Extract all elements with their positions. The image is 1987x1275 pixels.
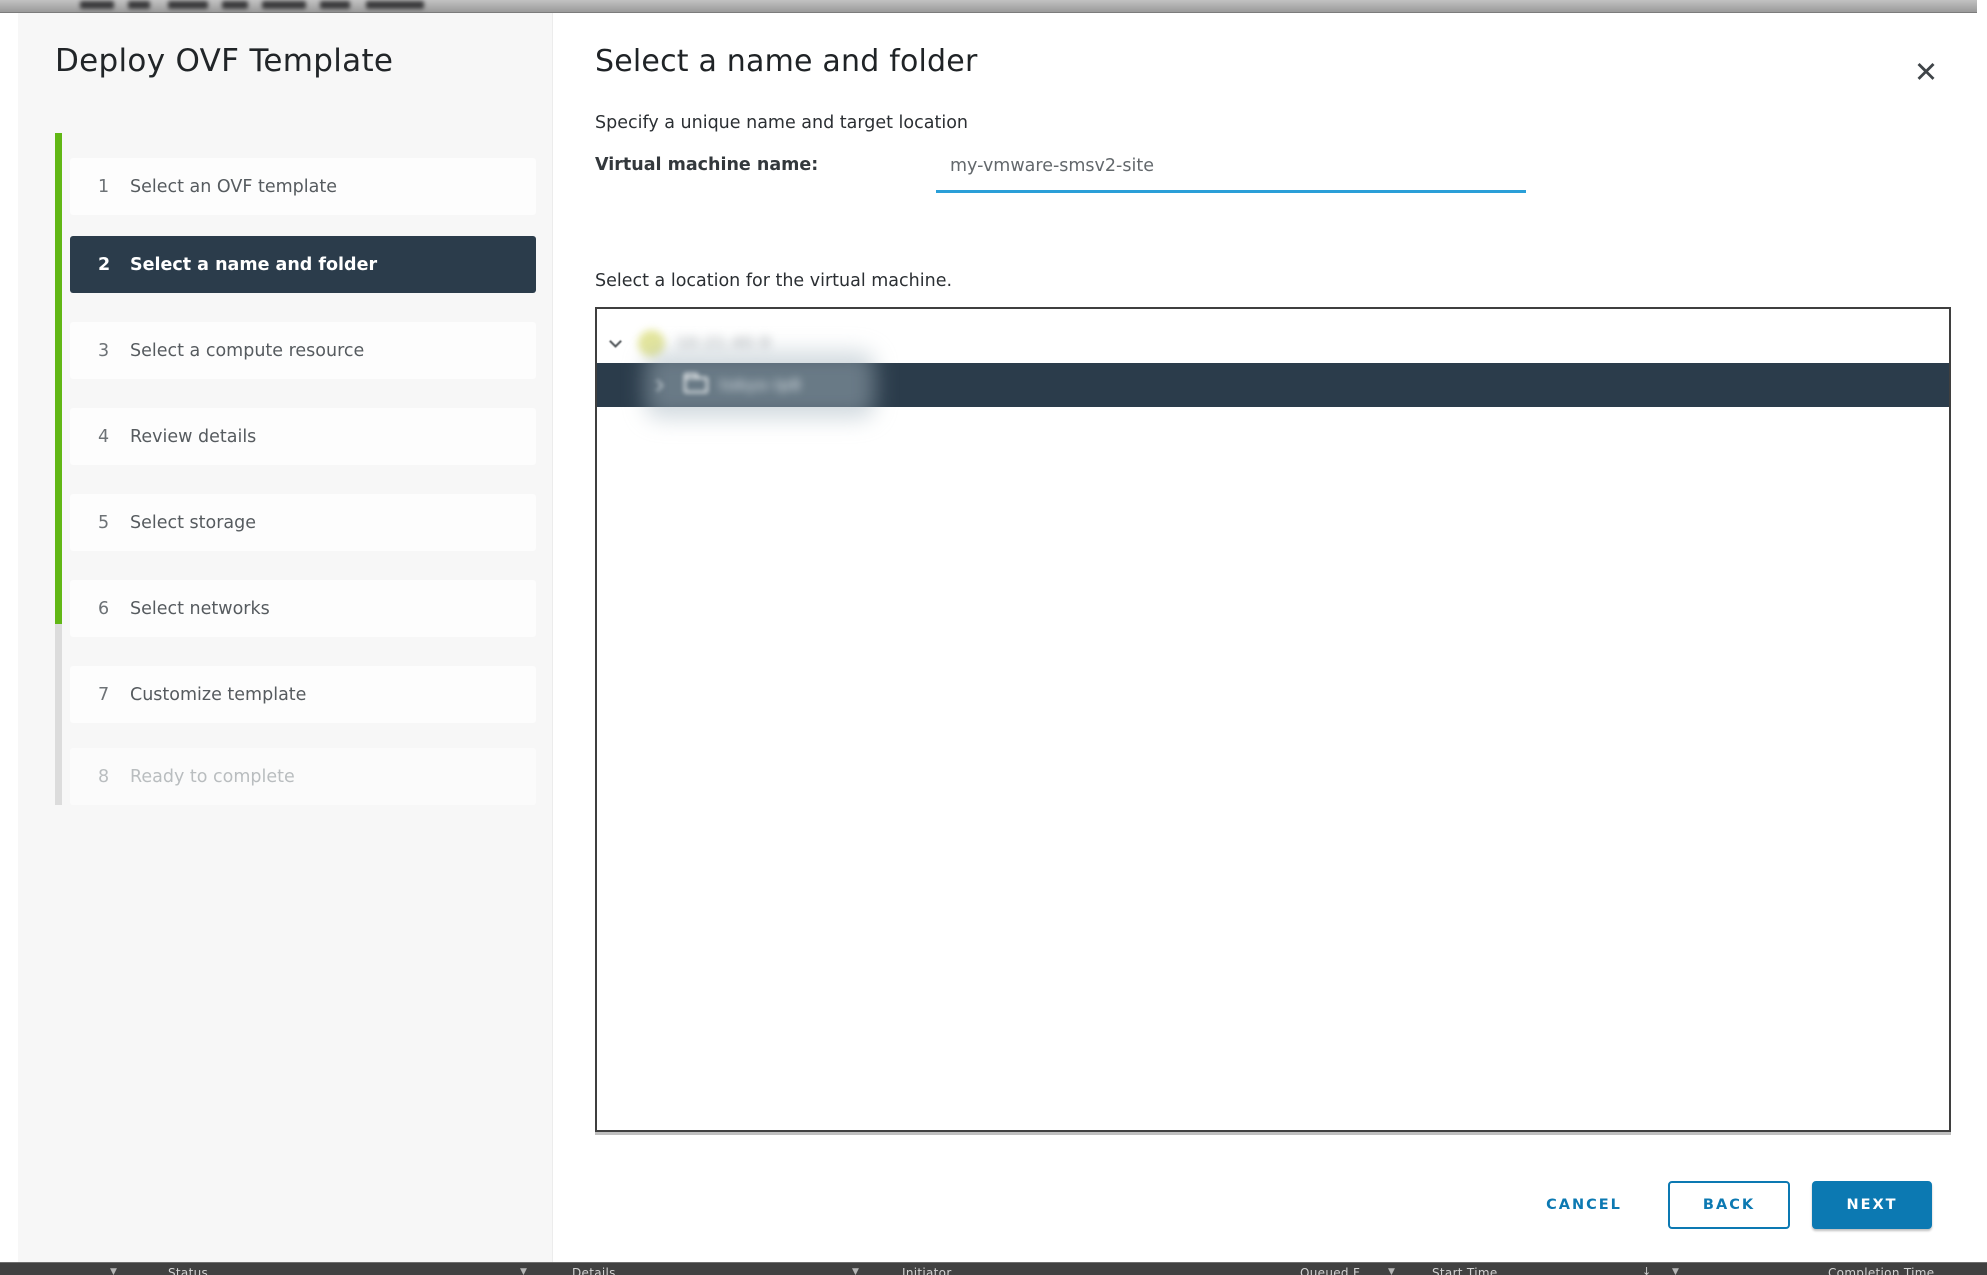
back-button[interactable]: BACK bbox=[1668, 1181, 1790, 1229]
step-1-select-an-ovf-template[interactable]: 1 Select an OVF template bbox=[70, 158, 536, 215]
step-label: Select an OVF template bbox=[130, 177, 337, 197]
step-number: 7 bbox=[98, 685, 124, 705]
tree-root-label-blurred: 10.21.40.9 bbox=[677, 334, 771, 352]
step-number: 1 bbox=[98, 177, 124, 197]
wizard-steps-sidebar: Deploy OVF Template 1 Select an OVF temp… bbox=[18, 13, 553, 1262]
step-2-select-a-name-and-folder[interactable]: 2 Select a name and folder bbox=[70, 236, 536, 293]
step-label: Ready to complete bbox=[130, 767, 295, 787]
step-7-customize-template[interactable]: 7 Customize template bbox=[70, 666, 536, 723]
step-4-review-details[interactable]: 4 Review details bbox=[70, 408, 536, 465]
next-button[interactable]: NEXT bbox=[1812, 1181, 1932, 1229]
blurred-background-text bbox=[320, 1, 350, 9]
blurred-background-text bbox=[366, 1, 424, 9]
step-label: Select networks bbox=[130, 599, 270, 619]
task-column-details: Details bbox=[572, 1266, 616, 1275]
wizard-title: Deploy OVF Template bbox=[55, 43, 393, 79]
filter-caret-icon: ▼ bbox=[852, 1267, 859, 1275]
close-icon[interactable]: ✕ bbox=[1908, 55, 1944, 91]
tree-row-folder-selected[interactable]: tokyo-lp8 bbox=[597, 363, 1949, 407]
folder-tree: 10.21.40.9 tokyo-lp8 bbox=[595, 307, 1951, 1132]
step-number: 2 bbox=[98, 255, 124, 275]
blurred-background-text bbox=[222, 1, 248, 9]
location-instruction: Select a location for the virtual machin… bbox=[595, 271, 952, 291]
step-label: Review details bbox=[130, 427, 256, 447]
vm-name-label: Virtual machine name: bbox=[595, 155, 818, 175]
cancel-button[interactable]: CANCEL bbox=[1524, 1181, 1644, 1229]
step-label: Select storage bbox=[130, 513, 256, 533]
task-column-queued: Queued F bbox=[1300, 1266, 1360, 1275]
step-label: Customize template bbox=[130, 685, 306, 705]
step-number: 6 bbox=[98, 599, 124, 619]
blurred-background-text bbox=[262, 1, 306, 9]
step-number: 5 bbox=[98, 513, 124, 533]
progress-rail-completed bbox=[55, 133, 62, 624]
task-column-completion-time: Completion Time bbox=[1828, 1266, 1934, 1275]
filter-caret-icon: ▼ bbox=[1388, 1267, 1395, 1275]
step-3-select-a-compute-resource[interactable]: 3 Select a compute resource bbox=[70, 322, 536, 379]
filter-caret-icon: ▼ bbox=[110, 1267, 117, 1275]
filter-caret-icon: ▼ bbox=[1672, 1267, 1679, 1275]
task-column-initiator: Initiator bbox=[902, 1266, 952, 1275]
filter-caret-icon: ▼ bbox=[520, 1267, 527, 1275]
chevron-down-icon[interactable] bbox=[609, 335, 622, 348]
sort-arrow-icon: ↓ bbox=[1642, 1265, 1651, 1275]
progress-rail-remaining bbox=[55, 624, 62, 805]
blurred-background-text bbox=[168, 1, 208, 9]
vm-name-input[interactable] bbox=[936, 147, 1526, 193]
step-number: 8 bbox=[98, 767, 124, 787]
step-number: 3 bbox=[98, 341, 124, 361]
task-column-start-time: Start Time bbox=[1432, 1266, 1498, 1275]
tree-folder-label-blurred: tokyo-lp8 bbox=[720, 376, 802, 394]
blurred-background-text bbox=[80, 1, 114, 9]
blurred-background-text bbox=[128, 1, 150, 9]
deploy-ovf-template-dialog: Deploy OVF Template 1 Select an OVF temp… bbox=[0, 13, 1987, 1262]
step-6-select-networks[interactable]: 6 Select networks bbox=[70, 580, 536, 637]
step-label: Select a name and folder bbox=[130, 255, 377, 275]
background-top-strip bbox=[0, 0, 1977, 13]
page-title: Select a name and folder bbox=[595, 44, 977, 79]
step-5-select-storage[interactable]: 5 Select storage bbox=[70, 494, 536, 551]
background-recent-tasks-bar: ▼ Status ▼ Details ▼ Initiator Queued F … bbox=[0, 1262, 1987, 1275]
step-label: Select a compute resource bbox=[130, 341, 364, 361]
step-number: 4 bbox=[98, 427, 124, 447]
step-8-ready-to-complete: 8 Ready to complete bbox=[70, 748, 536, 805]
page-subtitle: Specify a unique name and target locatio… bbox=[595, 113, 968, 133]
vsphere-screen: Deploy OVF Template 1 Select an OVF temp… bbox=[0, 0, 1987, 1275]
folder-icon bbox=[684, 377, 708, 393]
task-column-status: Status bbox=[168, 1266, 208, 1275]
